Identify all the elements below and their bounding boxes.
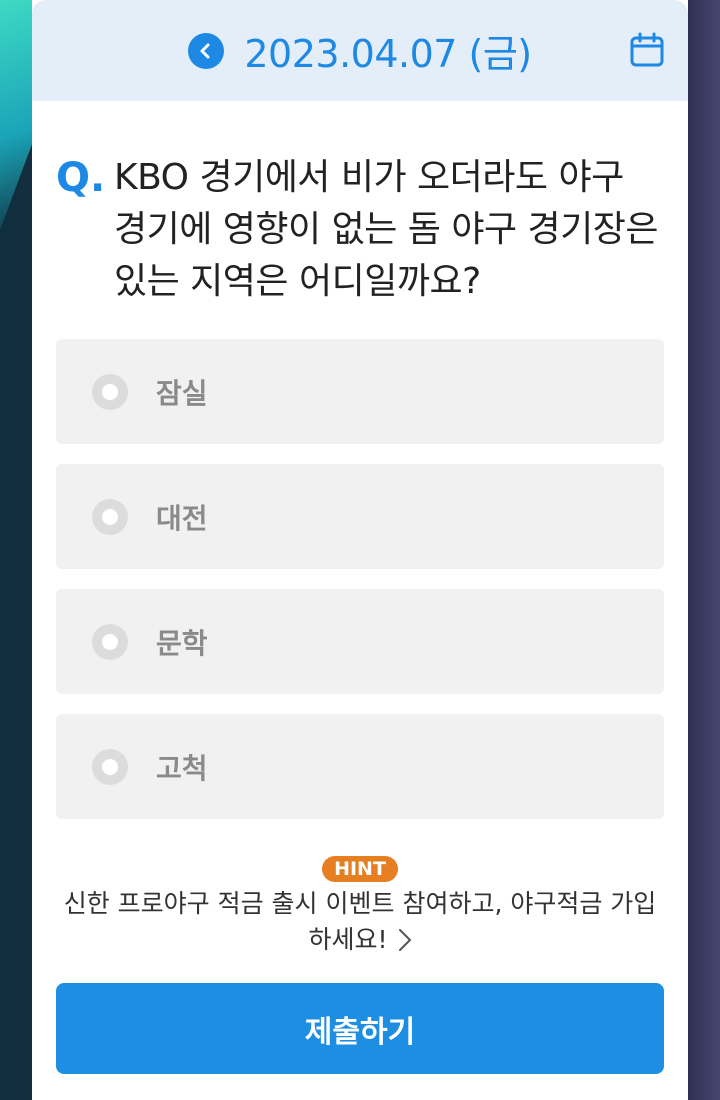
option-item[interactable]: 고척 <box>56 714 664 819</box>
submit-button[interactable]: 제출하기 <box>56 983 664 1074</box>
chevron-left-icon <box>200 43 210 58</box>
calendar-button[interactable] <box>628 31 666 69</box>
chevron-right-icon <box>398 929 411 951</box>
date-header: 2023.04.07 (금) <box>32 0 688 101</box>
prev-date-button[interactable] <box>188 32 225 69</box>
hint-section: HINT 신한 프로야구 적금 출시 이벤트 참여하고, 야구적금 가입 하세요… <box>32 856 688 958</box>
option-label: 문학 <box>156 626 208 660</box>
radio-button[interactable] <box>92 748 128 785</box>
question-text: KBO 경기에서 비가 오더라도 야구 경기에 영향이 없는 돔 야구 경기장은… <box>114 157 659 302</box>
radio-button[interactable] <box>92 498 128 535</box>
hint-line-1: 신한 프로야구 적금 출시 이벤트 참여하고, 야구적금 가입 <box>63 889 657 918</box>
hint-text: 신한 프로야구 적금 출시 이벤트 참여하고, 야구적금 가입 하세요! <box>52 886 668 958</box>
question-block: Q. KBO 경기에서 비가 오더라도 야구 경기에 영향이 없는 돔 야구 경… <box>56 152 666 308</box>
quiz-card: 2023.04.07 (금) Q. KBO 경기에서 비가 오더라도 야구 경기… <box>32 0 688 1100</box>
hint-link[interactable]: 하세요! <box>308 922 411 958</box>
question-prefix: Q. <box>56 155 106 201</box>
answer-options: 잠실 대전 문학 고척 <box>56 339 664 839</box>
radio-button[interactable] <box>92 623 128 660</box>
hint-line-2: 하세요! <box>308 925 388 954</box>
option-item[interactable]: 잠실 <box>56 339 664 444</box>
calendar-icon <box>630 32 664 67</box>
option-label: 대전 <box>156 501 208 535</box>
option-item[interactable]: 대전 <box>56 464 664 569</box>
hint-badge: HINT <box>322 856 398 882</box>
radio-button[interactable] <box>92 373 128 410</box>
option-label: 고척 <box>156 751 208 785</box>
current-date: 2023.04.07 (금) <box>244 32 532 76</box>
option-label: 잠실 <box>156 376 208 410</box>
option-item[interactable]: 문학 <box>56 589 664 694</box>
